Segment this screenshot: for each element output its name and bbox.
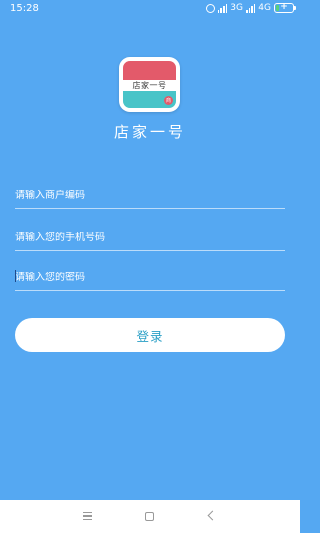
status-bar: 15:28 3G 4G + xyxy=(0,0,300,18)
status-time: 15:28 xyxy=(10,3,39,14)
login-button[interactable]: 登录 xyxy=(15,318,285,352)
signal-icon-2 xyxy=(245,3,256,13)
app-title: 店家一号 xyxy=(113,123,186,141)
battery-icon: + xyxy=(274,2,296,13)
logo-text: 店家一号 xyxy=(123,80,176,91)
phone-field[interactable] xyxy=(15,215,285,251)
network-type-label: 3G xyxy=(230,3,243,13)
logo-badge: 商 xyxy=(164,96,173,105)
app-logo: 店家一号 商 xyxy=(119,57,180,112)
merchant-code-input[interactable] xyxy=(15,190,285,201)
menu-icon[interactable] xyxy=(83,512,92,520)
logo-top-band xyxy=(123,61,176,80)
navigation-bar xyxy=(0,500,300,533)
alarm-icon xyxy=(205,3,215,13)
back-icon[interactable] xyxy=(207,510,218,521)
charging-icon: + xyxy=(280,2,288,12)
text-cursor xyxy=(15,270,16,282)
signal-icon xyxy=(217,3,228,13)
phone-input[interactable] xyxy=(15,232,285,243)
merchant-code-field[interactable] xyxy=(15,173,285,209)
network-type-label-2: 4G xyxy=(258,3,271,13)
password-input[interactable] xyxy=(15,272,285,283)
status-icons: 3G 4G + xyxy=(205,2,296,13)
home-icon[interactable] xyxy=(145,512,154,521)
password-field[interactable] xyxy=(15,255,285,291)
